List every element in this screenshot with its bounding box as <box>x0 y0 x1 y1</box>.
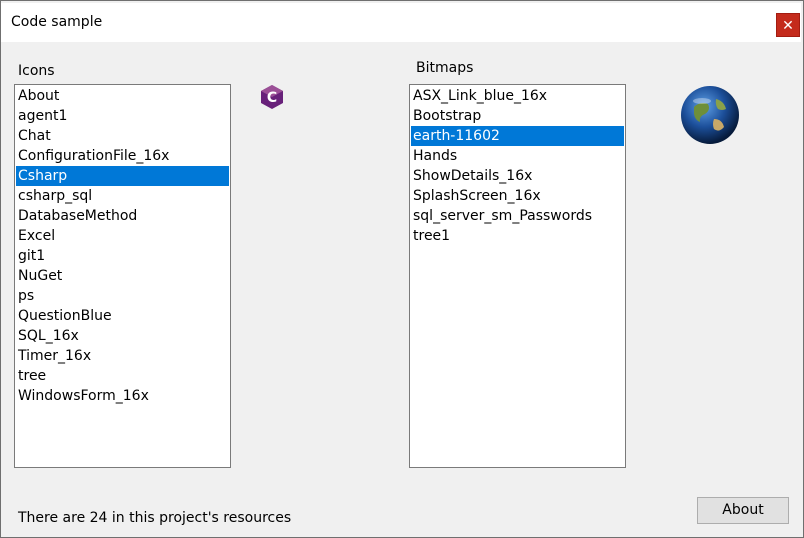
list-item[interactable]: WindowsForm_16x <box>16 386 229 406</box>
list-item[interactable]: agent1 <box>16 106 229 126</box>
list-item[interactable]: git1 <box>16 246 229 266</box>
list-item[interactable]: tree1 <box>411 226 624 246</box>
list-item[interactable]: About <box>16 86 229 106</box>
icons-listbox[interactable]: About agent1 Chat ConfigurationFile_16x Csha… <box>14 84 231 468</box>
bitmaps-listbox[interactable]: ASX_Link_blue_16x Bootstrap earth-11602 Han… <box>409 84 626 468</box>
list-item[interactable]: sql_server_sm_Passwords <box>411 206 624 226</box>
csharp-icon: C <box>261 85 283 109</box>
window-title: Code sample <box>11 14 103 30</box>
list-item[interactable]: Hands <box>411 146 624 166</box>
about-button[interactable]: About <box>697 497 789 524</box>
list-item[interactable]: SQL_16x <box>16 326 229 346</box>
close-button[interactable]: ✕ <box>776 13 800 37</box>
list-item[interactable]: SplashScreen_16x <box>411 186 624 206</box>
bitmaps-list: ASX_Link_blue_16x Bootstrap earth-11602 Han… <box>410 85 625 247</box>
list-item[interactable]: tree <box>16 366 229 386</box>
icons-label: Icons <box>18 63 55 79</box>
list-item[interactable]: ConfigurationFile_16x <box>16 146 229 166</box>
list-item[interactable]: Chat <box>16 126 229 146</box>
list-item[interactable]: ASX_Link_blue_16x <box>411 86 624 106</box>
status-text: There are 24 in this project's resources <box>18 510 292 526</box>
title-bar[interactable]: Code sample ✕ <box>1 3 801 42</box>
icons-list: About agent1 Chat ConfigurationFile_16x Csha… <box>15 85 230 407</box>
list-item[interactable]: earth-11602 <box>411 126 624 146</box>
list-item[interactable]: Bootstrap <box>411 106 624 126</box>
list-item[interactable]: ShowDetails_16x <box>411 166 624 186</box>
list-item[interactable]: ps <box>16 286 229 306</box>
svg-text:C: C <box>267 90 277 106</box>
list-item[interactable]: QuestionBlue <box>16 306 229 326</box>
list-item[interactable]: csharp_sql <box>16 186 229 206</box>
list-item[interactable]: DatabaseMethod <box>16 206 229 226</box>
list-item[interactable]: NuGet <box>16 266 229 286</box>
list-item[interactable]: Csharp <box>16 166 229 186</box>
earth-icon <box>681 86 739 144</box>
list-item[interactable]: Excel <box>16 226 229 246</box>
bitmaps-label: Bitmaps <box>416 60 474 76</box>
list-item[interactable]: Timer_16x <box>16 346 229 366</box>
